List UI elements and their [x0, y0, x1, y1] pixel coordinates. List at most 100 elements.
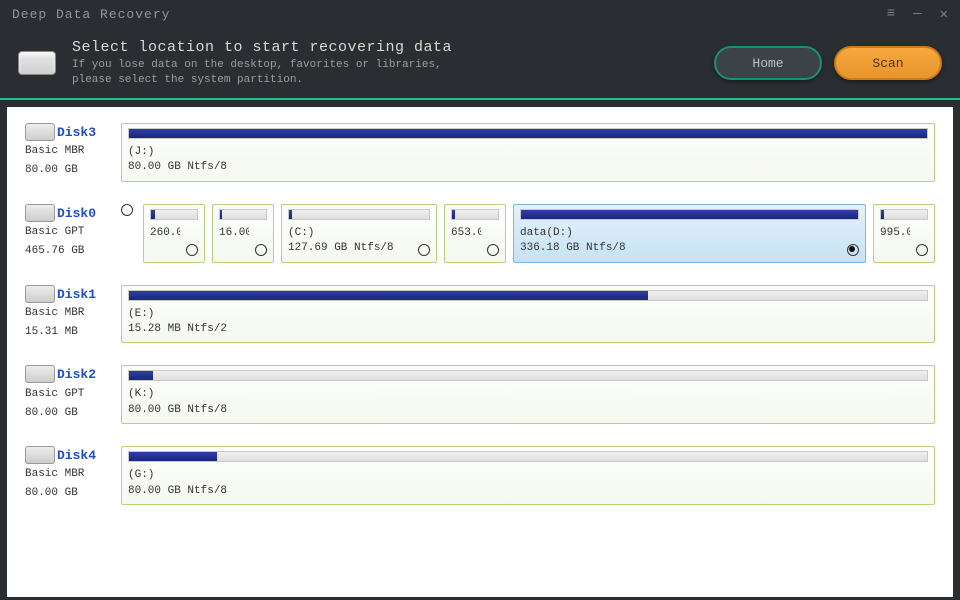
partition[interactable]: (G:)80.00 GB Ntfs/8 — [121, 446, 935, 505]
disk-size: 80.00 GB — [25, 486, 111, 502]
disk-icon — [25, 446, 55, 464]
disk-scheme: Basic MBR — [25, 306, 111, 322]
disk-info: Disk3 Basic MBR 80.00 GB — [25, 123, 111, 179]
usage-bar — [150, 209, 198, 220]
usage-bar — [128, 128, 928, 139]
partition-label: (C:) — [288, 226, 430, 241]
titlebar: Deep Data Recovery ≡ — ✕ — [0, 0, 960, 28]
partition[interactable]: (E:)15.28 MB Ntfs/2 — [121, 285, 935, 344]
partition[interactable]: 653.00 . — [444, 204, 506, 263]
usage-bar-fill — [289, 210, 292, 219]
app-title: Deep Data Recovery — [12, 7, 170, 22]
usage-bar — [451, 209, 499, 220]
partition[interactable]: 260.00 . — [143, 204, 205, 263]
disk-info: Disk2 Basic GPT 80.00 GB — [25, 365, 111, 421]
usage-bar — [128, 451, 928, 462]
disk-row: Disk4 Basic MBR 80.00 GB (G:)80.00 GB Ntfs/… — [25, 446, 935, 505]
disk-icon — [25, 365, 55, 383]
drive-icon — [18, 51, 56, 75]
close-icon[interactable]: ✕ — [940, 6, 948, 23]
disk-row: Disk2 Basic GPT 80.00 GB (K:)80.00 GB Ntfs/… — [25, 365, 935, 424]
disk-info: Disk4 Basic MBR 80.00 GB — [25, 446, 111, 502]
page-title: Select location to start recovering data — [72, 39, 698, 56]
partition[interactable]: (K:)80.00 GB Ntfs/8 — [121, 365, 935, 424]
partition-list: (K:)80.00 GB Ntfs/8 — [121, 365, 935, 424]
minimize-icon[interactable]: — — [913, 6, 921, 22]
usage-bar-fill — [220, 210, 222, 219]
disk-info: Disk0 Basic GPT 465.76 GB — [25, 204, 111, 260]
home-button[interactable]: Home — [714, 46, 822, 80]
partition-size: 127.69 GB Ntfs/8 — [288, 241, 430, 256]
disk-info: Disk1 Basic MBR 15.31 MB — [25, 285, 111, 341]
usage-bar-fill — [129, 129, 927, 138]
usage-bar — [288, 209, 430, 220]
partition-radio[interactable] — [847, 244, 859, 256]
partition-list: 260.00 .16.00 M.(C:)127.69 GB Ntfs/8653.… — [143, 204, 935, 263]
disk-list: Disk3Basic MBR80.00 GB(J:)80.00 GB Ntfs/… — [7, 107, 953, 597]
disk-icon — [25, 285, 55, 303]
header: Select location to start recovering data… — [0, 28, 960, 98]
disk-row: Disk3 Basic MBR 80.00 GB (J:)80.00 GB Ntfs/… — [25, 123, 935, 182]
partition-list: (E:)15.28 MB Ntfs/2 — [121, 285, 935, 344]
disk-row: Disk1 Basic MBR 15.31 MB (E:)15.28 MB Ntfs/… — [25, 285, 935, 344]
partition-radio[interactable] — [186, 244, 198, 256]
partition-size: 653.00 . — [451, 226, 499, 241]
usage-bar-fill — [881, 210, 884, 219]
usage-bar-fill — [129, 371, 153, 380]
partition-label: (G:) — [128, 468, 928, 483]
divider — [0, 98, 960, 100]
disk-scheme: Basic GPT — [25, 387, 111, 403]
partition[interactable]: 16.00 M. — [212, 204, 274, 263]
disk-size: 80.00 GB — [25, 406, 111, 422]
scan-button[interactable]: Scan — [834, 46, 942, 80]
partition-label: (E:) — [128, 307, 928, 322]
usage-bar — [219, 209, 267, 220]
partition-size: 15.28 MB Ntfs/2 — [128, 322, 928, 337]
partition[interactable]: data(D:)336.18 GB Ntfs/8 — [513, 204, 866, 263]
disk-name: Disk0 — [57, 206, 96, 221]
partition-size: 995.00 . — [880, 226, 928, 241]
disk-icon — [25, 204, 55, 222]
partition[interactable]: 995.00 . — [873, 204, 935, 263]
partition-radio[interactable] — [255, 244, 267, 256]
usage-bar-fill — [151, 210, 155, 219]
partition-size: 80.00 GB Ntfs/8 — [128, 484, 928, 499]
window-controls: ≡ — ✕ — [887, 6, 948, 23]
usage-bar-fill — [452, 210, 455, 219]
usage-bar-fill — [129, 452, 217, 461]
partition-label: (K:) — [128, 387, 928, 402]
partition-radio[interactable] — [487, 244, 499, 256]
partition-size: 80.00 GB Ntfs/8 — [128, 160, 928, 175]
partition-radio[interactable] — [418, 244, 430, 256]
usage-bar-fill — [129, 291, 648, 300]
partition-list: (G:)80.00 GB Ntfs/8 — [121, 446, 935, 505]
disk-name: Disk4 — [57, 448, 96, 463]
disk-scheme: Basic MBR — [25, 144, 111, 160]
header-buttons: Home Scan — [714, 46, 942, 80]
disk-name: Disk1 — [57, 287, 96, 302]
disk-scheme: Basic GPT — [25, 225, 111, 241]
disk-name: Disk2 — [57, 368, 96, 383]
partition[interactable]: (C:)127.69 GB Ntfs/8 — [281, 204, 437, 263]
header-text: Select location to start recovering data… — [72, 39, 698, 88]
disk-size: 465.76 GB — [25, 244, 111, 260]
page-subtitle: If you lose data on the desktop, favorit… — [72, 58, 698, 88]
disk-radio[interactable] — [121, 204, 133, 220]
partition-size: 260.00 . — [150, 226, 198, 241]
disk-size: 15.31 MB — [25, 325, 111, 341]
usage-bar-fill — [521, 210, 858, 219]
partition-label: (J:) — [128, 145, 928, 160]
disk-scheme: Basic MBR — [25, 467, 111, 483]
disk-row: Disk0Basic GPT465.76 GB260.00 .16.00 M.(… — [25, 204, 935, 263]
partition-radio[interactable] — [916, 244, 928, 256]
partition[interactable]: (J:)80.00 GB Ntfs/8 — [121, 123, 935, 182]
partition-label: data(D:) — [520, 226, 859, 241]
menu-icon[interactable]: ≡ — [887, 6, 895, 22]
disk-size: 80.00 GB — [25, 163, 111, 179]
disk-name: Disk3 — [57, 125, 96, 140]
disk-icon — [25, 123, 55, 141]
usage-bar — [880, 209, 928, 220]
usage-bar — [128, 370, 928, 381]
usage-bar — [520, 209, 859, 220]
partition-size: 336.18 GB Ntfs/8 — [520, 241, 859, 256]
